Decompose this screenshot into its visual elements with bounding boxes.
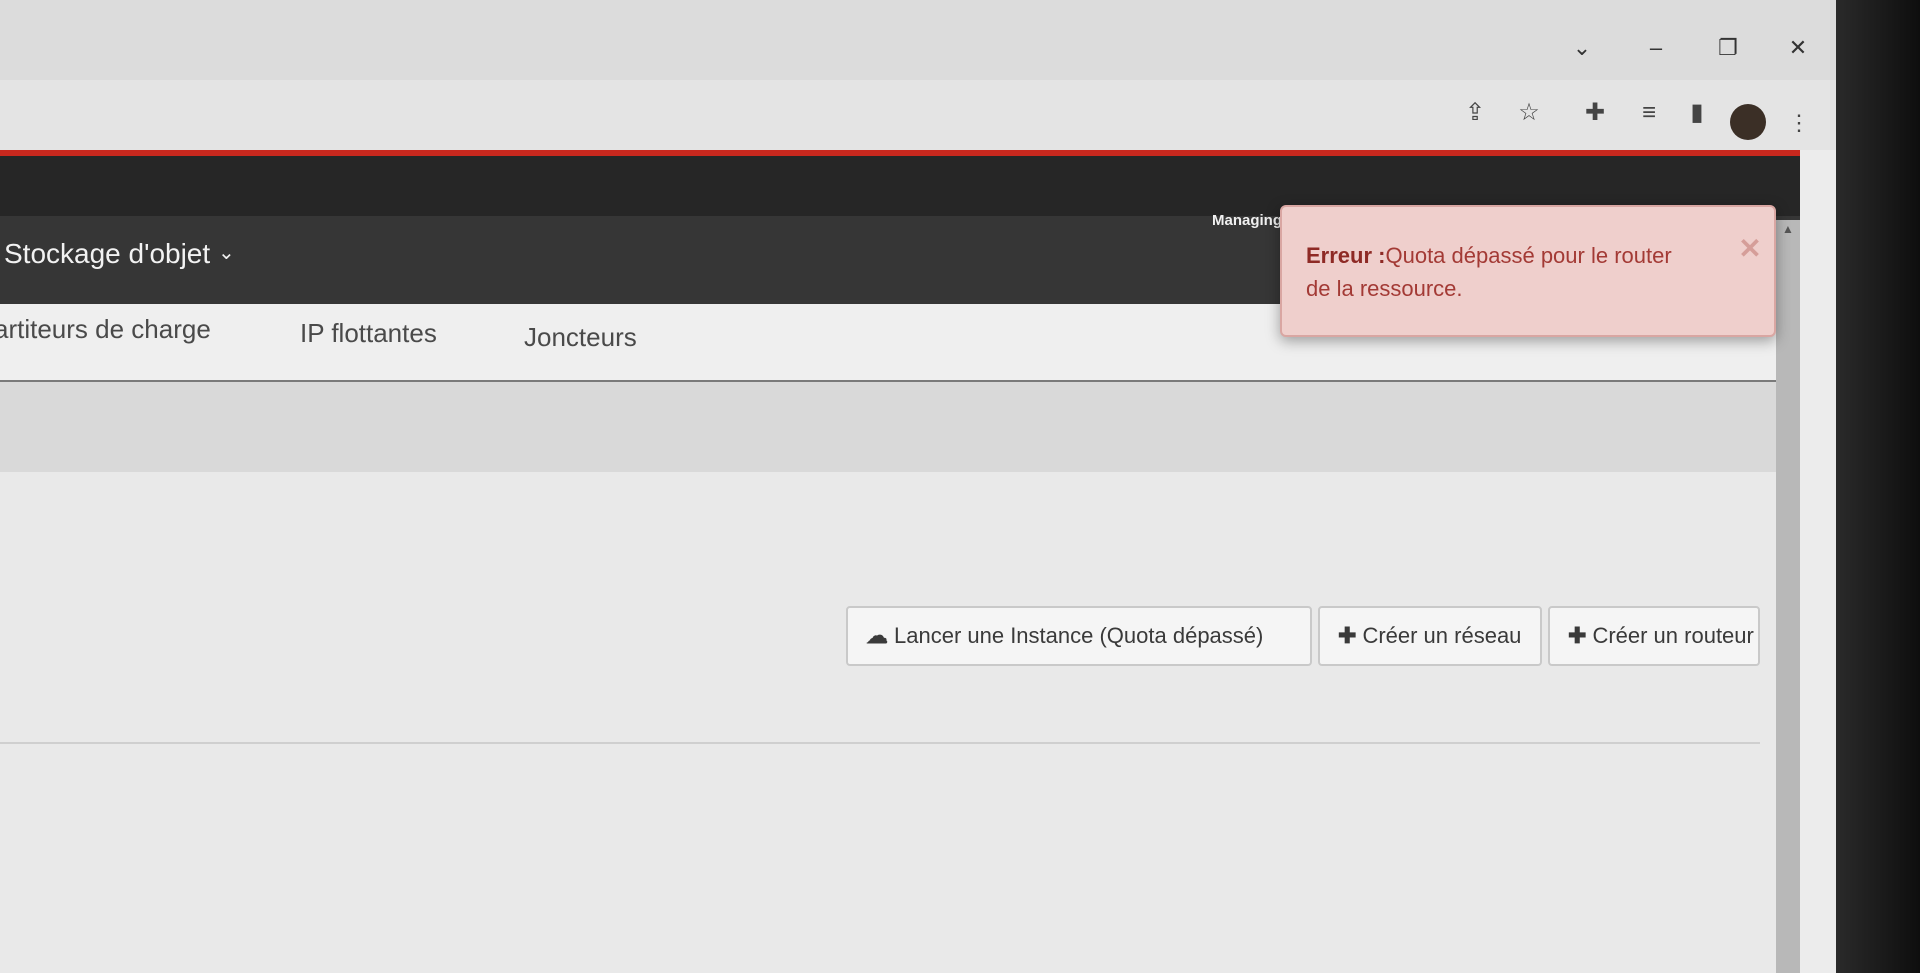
browser-titlebar: [0, 0, 1836, 80]
reading-list-icon[interactable]: ≡: [1632, 96, 1666, 130]
create-network-label: Créer un réseau: [1362, 623, 1522, 648]
cloud-upload-icon: ☁: [866, 623, 888, 648]
restore-icon[interactable]: ❐: [1708, 34, 1748, 62]
plus-icon: ✚: [1338, 623, 1357, 648]
side-panel-icon[interactable]: ▮: [1680, 96, 1714, 130]
browser-toolbar: [0, 80, 1836, 150]
launch-instance-button[interactable]: ☁ Lancer une Instance (Quota dépassé): [846, 606, 1312, 666]
monitor-bezel: [1836, 0, 1920, 973]
divider: [0, 742, 1760, 744]
create-router-button[interactable]: ✚ Créer un routeur: [1548, 606, 1760, 666]
plus-icon: ✚: [1568, 623, 1587, 648]
managing-label: Managing: [1212, 212, 1282, 229]
alert-text: Erreur :Quota dépassé pour le router de …: [1306, 239, 1696, 305]
profile-avatar[interactable]: [1730, 104, 1766, 140]
screen: ⌄ – ❐ ✕ ⇪ ☆ ✚ ≡ ▮ ⋮ Managing Stockage d'…: [0, 0, 1836, 973]
launch-instance-label: Lancer une Instance (Quota dépassé): [894, 623, 1264, 648]
menu-icon[interactable]: ⋮: [1788, 108, 1810, 138]
tab-trunks[interactable]: Joncteurs: [524, 322, 637, 353]
content-area: [0, 472, 1800, 973]
close-icon[interactable]: ✕: [1778, 34, 1818, 62]
create-router-label: Créer un routeur: [1592, 623, 1754, 648]
alert-title: Erreur :: [1306, 243, 1386, 268]
chevron-down-icon[interactable]: ⌄: [1562, 34, 1602, 62]
scroll-up-icon[interactable]: ▲: [1780, 222, 1796, 236]
chevron-down-icon[interactable]: ⌄: [218, 240, 235, 265]
close-icon[interactable]: ✕: [1736, 235, 1764, 263]
share-icon[interactable]: ⇪: [1458, 96, 1492, 130]
object-storage-menu[interactable]: Stockage d'objet: [4, 238, 210, 270]
tab-load-balancers[interactable]: artiteurs de charge: [0, 314, 211, 345]
extensions-icon[interactable]: ✚: [1578, 96, 1612, 130]
create-network-button[interactable]: ✚ Créer un réseau: [1318, 606, 1542, 666]
content-header: [0, 382, 1800, 472]
error-alert: Erreur :Quota dépassé pour le router de …: [1280, 205, 1776, 337]
star-icon[interactable]: ☆: [1512, 96, 1546, 130]
scrollbar[interactable]: [1776, 220, 1800, 973]
minimize-icon[interactable]: –: [1636, 34, 1676, 62]
tab-floating-ips[interactable]: IP flottantes: [300, 318, 437, 349]
